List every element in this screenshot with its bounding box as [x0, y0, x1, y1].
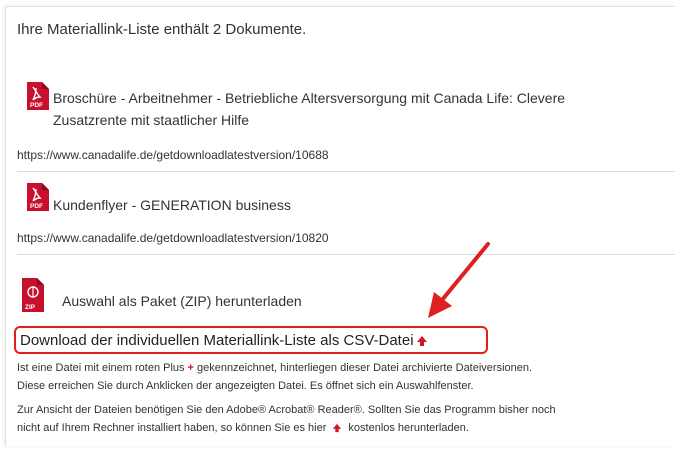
csv-download-link[interactable]: Download der individuellen Materiallink-… [20, 332, 428, 349]
info-line-1: Ist eine Datei mit einem roten Plus + geke… [17, 359, 532, 377]
document-2-title-line1: Kundenflyer - GENERATION business [53, 197, 291, 213]
up-arrow-icon [416, 335, 427, 346]
info-line-4: nicht auf Ihrem Rechner installiert habe… [17, 419, 469, 437]
info-text: Ist eine Datei mit einem roten Plus [17, 362, 185, 374]
pdf-icon[interactable]: PDF [27, 183, 49, 211]
svg-text:PDF: PDF [30, 203, 43, 210]
divider [17, 254, 675, 255]
red-plus-icon: + [187, 362, 194, 374]
divider [17, 171, 675, 172]
info-text: nicht auf Ihrem Rechner installiert habe… [17, 422, 327, 434]
document-2-link[interactable]: Kundenflyer - GENERATION business [53, 194, 291, 216]
zip-icon[interactable]: ZIP [22, 278, 44, 312]
svg-text:PDF: PDF [30, 102, 43, 109]
info-text: gekennzeichnet, hinterliegen dieser Date… [196, 362, 533, 374]
info-line-2: Diese erreichen Sie durch Anklicken der … [17, 380, 474, 392]
pdf-icon[interactable]: PDF [27, 82, 49, 110]
zip-download-link[interactable]: Auswahl als Paket (ZIP) herunterladen [62, 293, 302, 309]
document-1-title-line2: Zusatzrente mit staatlicher Hilfe [53, 112, 250, 128]
list-heading: Ihre Materiallink-Liste enthält 2 Dokume… [17, 21, 307, 38]
svg-text:ZIP: ZIP [25, 304, 36, 311]
info-line-3: Zur Ansicht der Dateien benötigen Sie de… [17, 404, 556, 416]
document-1-link[interactable]: Broschüre - Arbeitnehmer - Betriebliche … [53, 87, 565, 131]
info-text: kostenlos herunterladen. [348, 422, 469, 434]
document-1-url: https://www.canadalife.de/getdownloadlat… [17, 148, 329, 162]
annotation-arrow-icon [428, 242, 490, 318]
document-1-title-line1: Broschüre - Arbeitnehmer - Betriebliche … [53, 90, 566, 106]
reader-download-link[interactable] [332, 423, 342, 433]
document-2-url: https://www.canadalife.de/getdownloadlat… [17, 231, 329, 245]
csv-download-label: Download der individuellen Materiallink-… [20, 332, 414, 349]
